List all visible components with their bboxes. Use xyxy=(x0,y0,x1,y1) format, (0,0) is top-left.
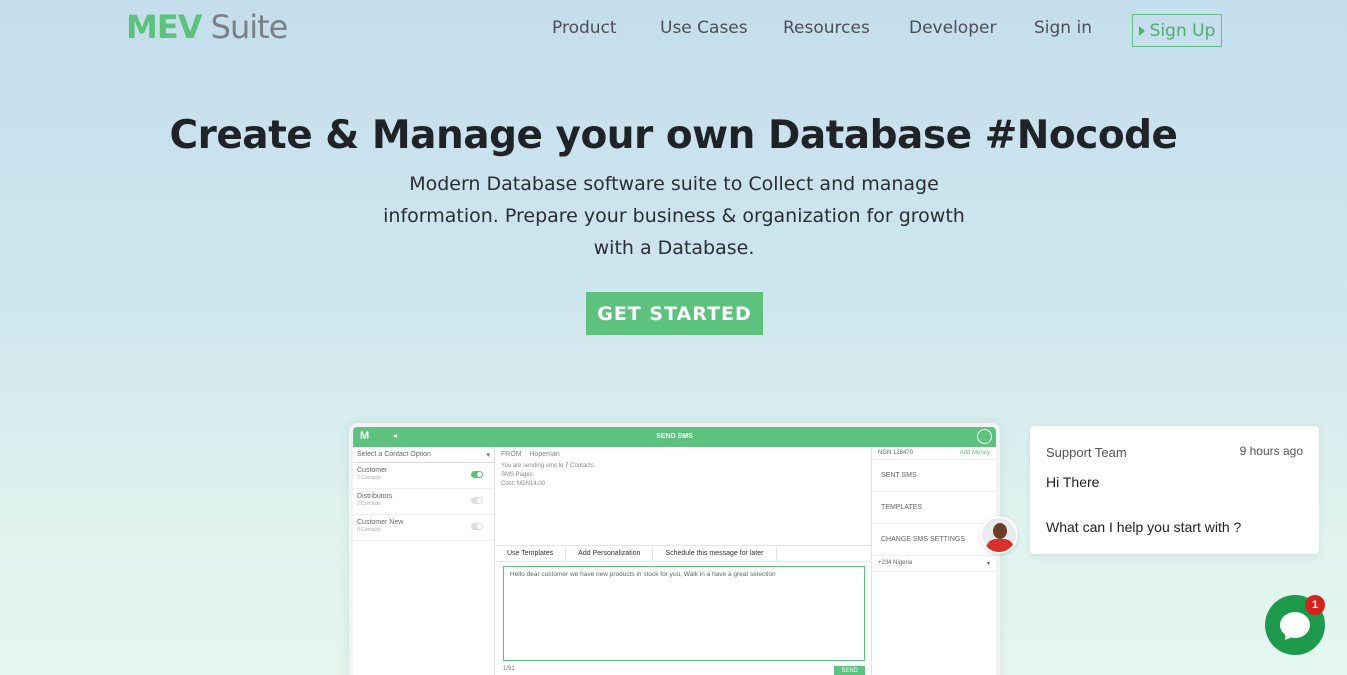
avatar-body xyxy=(986,539,1014,552)
mockup-title: SEND SMS xyxy=(656,433,693,440)
send-info-cost: Cost: NGN14.00 xyxy=(501,481,546,487)
send-info-pages: SMS Pages: xyxy=(501,472,535,478)
contact-panel: Select a Contact Option ▾ Customer 7 Con… xyxy=(353,447,495,675)
chevron-down-icon: ▾ xyxy=(486,452,490,459)
message-toolbar: Use Templates Add Personalization Schedu… xyxy=(495,545,871,562)
add-money-link: Add Money xyxy=(959,450,990,456)
chat-team-name: Support Team xyxy=(1046,445,1127,460)
play-icon xyxy=(1138,25,1145,36)
list-item: Customer 7 Contacts xyxy=(353,463,494,489)
nav-resources[interactable]: Resources xyxy=(783,18,870,38)
country-value: +234 Nigeria xyxy=(878,560,913,566)
send-info-contacts: You are sending sms to 7 Contacts. xyxy=(501,463,596,469)
contact-select-label: Select a Contact Option xyxy=(357,451,431,458)
chat-question: What can I help you start with ? xyxy=(1046,519,1242,535)
balance-row: NGN 128470 Add Money xyxy=(872,447,996,460)
send-button: SEND xyxy=(834,666,865,675)
nav-product[interactable]: Product xyxy=(552,18,617,38)
schedule-button: Schedule this message for later xyxy=(653,546,777,561)
chat-popup[interactable]: Support Team 9 hours ago Hi There What c… xyxy=(1030,426,1319,554)
avatar-head xyxy=(993,523,1007,539)
app-mockup: M ◂ SEND SMS Select a Contact Option ▾ C… xyxy=(349,423,1000,675)
use-templates-button: Use Templates xyxy=(495,546,567,561)
get-started-button[interactable]: GET STARTED xyxy=(586,292,763,335)
country-select: +234 Nigeria ▾ xyxy=(872,556,996,572)
settings-panel: NGN 128470 Add Money SENT SMS TEMPLATES … xyxy=(871,447,996,675)
logo[interactable]: MEV Suite xyxy=(126,8,289,46)
from-value: Hopeman xyxy=(529,451,560,458)
hero-title: Create & Manage your own Database #Nocod… xyxy=(169,113,1178,158)
user-icon xyxy=(977,429,992,444)
nav-use-cases[interactable]: Use Cases xyxy=(660,18,748,38)
toggle-switch xyxy=(471,523,483,530)
send-info: You are sending sms to 7 Contacts. SMS P… xyxy=(495,462,871,489)
add-personalization-button: Add Personalization xyxy=(566,546,654,561)
nav-change-sms-settings: CHANGE SMS SETTINGS xyxy=(872,524,996,556)
char-count: 1/91 xyxy=(503,666,515,672)
chat-bubble-icon xyxy=(1280,612,1310,638)
mockup-topbar: M ◂ SEND SMS xyxy=(353,427,996,447)
balance: NGN 128470 xyxy=(878,450,914,456)
from-row: FROM Hopeman xyxy=(495,447,871,462)
message-panel: FROM Hopeman You are sending sms to 7 Co… xyxy=(495,447,871,675)
logo-mev: MEV xyxy=(126,8,202,46)
chat-greeting: Hi There xyxy=(1046,474,1100,490)
message-textarea: Hello dear customer we have new products… xyxy=(503,566,865,661)
logo-suite: Suite xyxy=(210,8,289,46)
contact-count: 2 Contacts xyxy=(357,501,381,507)
nav-sign-in[interactable]: Sign in xyxy=(1034,18,1092,38)
nav-templates: TEMPLATES xyxy=(872,492,996,524)
contact-select: Select a Contact Option ▾ xyxy=(353,447,494,463)
contact-count: 0 Contacts xyxy=(357,527,381,533)
toggle-switch xyxy=(471,497,483,504)
notification-badge: 1 xyxy=(1305,595,1325,615)
toggle-switch xyxy=(471,471,483,478)
list-item: Distributors 2 Contacts xyxy=(353,489,494,515)
contact-count: 7 Contacts xyxy=(357,475,381,481)
sign-up-label: Sign Up xyxy=(1149,20,1216,41)
nav-developer[interactable]: Developer xyxy=(909,18,996,38)
list-item: Customer New 0 Contacts xyxy=(353,515,494,541)
chevron-down-icon: ▾ xyxy=(986,561,990,567)
chat-timestamp: 9 hours ago xyxy=(1239,444,1303,458)
nav-sent-sms: SENT SMS xyxy=(872,460,996,492)
from-label: FROM xyxy=(501,451,522,458)
sign-up-button[interactable]: Sign Up xyxy=(1132,14,1222,47)
hero-subtitle: Modern Database software suite to Collec… xyxy=(383,173,965,259)
agent-avatar xyxy=(980,516,1018,554)
